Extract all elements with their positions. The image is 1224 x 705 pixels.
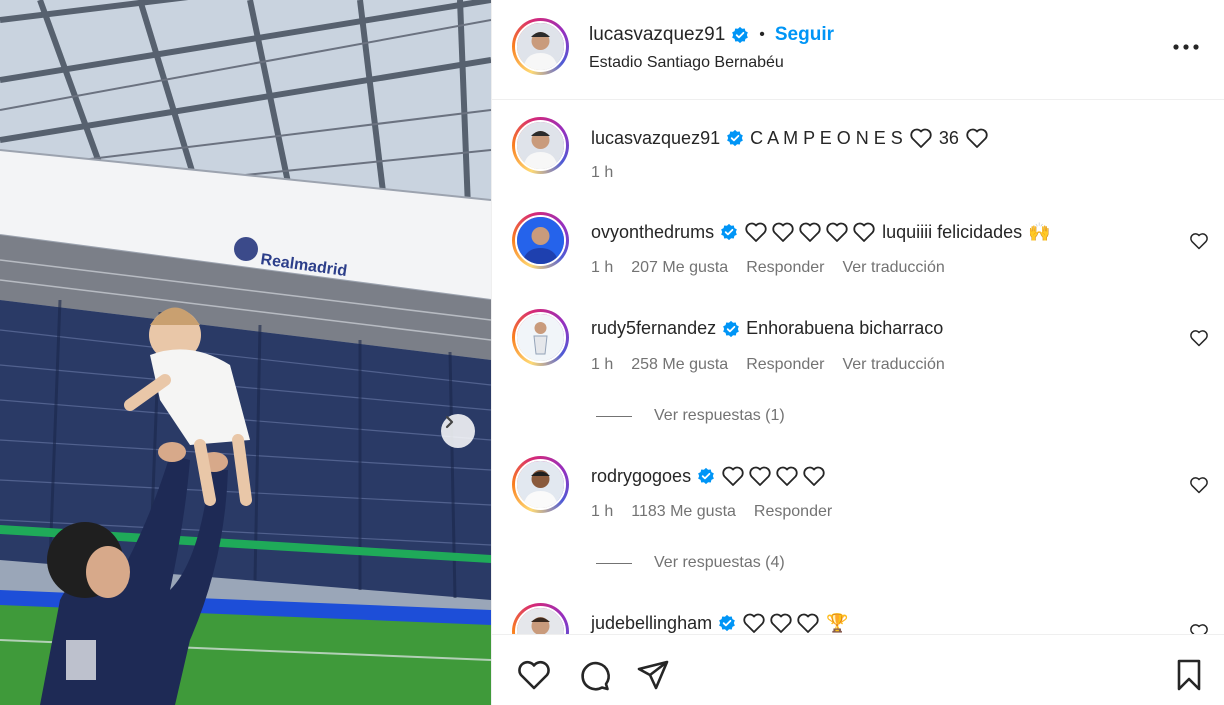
caption-time: 1 h [591,164,614,181]
raised-hands-emoji: 🙌 [1028,221,1051,242]
post-panel: lucasvazquez91 • Seguir Estadio Santiago… [491,0,1224,705]
paper-plane-icon[interactable] [635,657,671,693]
heart-outline-icon [749,466,771,486]
heart-outline-icon [776,466,798,486]
heart-outline-icon [772,222,794,242]
heart-outline-icon [803,466,825,486]
caption-number: 36 [938,127,959,148]
caption-author-avatar[interactable] [512,117,569,174]
avatar-image [517,122,564,169]
trophy-emoji: 🏆 [826,612,849,633]
comment-text: Enhorabuena bicharraco [746,318,944,338]
avatar-image [517,217,564,264]
comment-like-icon[interactable] [1189,622,1209,634]
comment-likes[interactable]: 1183 Me gusta [631,503,736,521]
avatar-image [517,23,564,70]
author-username[interactable]: lucasvazquez91 [589,24,725,46]
avatar-image [517,461,564,508]
caption-text: C A M P E O N E S [750,127,903,148]
comment-line: ovyonthedrums luquiiii felicidades 🙌 [591,221,1051,243]
view-replies-label: Ver respuestas (4) [654,554,785,571]
author-avatar[interactable] [512,18,569,75]
comment-username[interactable]: rudy5fernandez [591,318,716,339]
view-replies-button[interactable]: Ver respuestas (4) [596,554,785,572]
comment-avatar[interactable] [512,456,569,513]
verified-badge-icon [723,320,739,337]
replies-divider [596,562,632,564]
comment-time: 1 h [591,259,614,276]
reply-button[interactable]: Responder [754,503,832,521]
chevron-right-icon [445,415,454,429]
verified-badge-icon [727,129,743,147]
post-actions-bar [492,634,1224,705]
comment-likes[interactable]: 258 Me gusta [631,356,728,374]
separator-dot: • [759,26,765,43]
translate-button[interactable]: Ver traducción [842,356,944,374]
heart-outline-icon [743,613,765,633]
view-replies-label: Ver respuestas (1) [654,407,785,424]
comment-meta: 1 h 258 Me gusta Responder Ver traducció… [591,356,945,374]
author-line: lucasvazquez91 • Seguir [589,24,834,46]
follow-button[interactable]: Seguir [775,24,834,46]
replies-divider [596,415,632,417]
next-photo-button[interactable] [441,414,475,448]
comment-username[interactable]: judebellingham [591,613,712,634]
verified-badge-icon [721,223,737,241]
comment-line: judebellingham 🏆 [591,612,849,634]
post-photo: Realmadrid [0,0,491,705]
comment-hearts [721,465,826,487]
heart-outline-icon [722,466,744,486]
comment-like-icon[interactable] [1189,475,1209,495]
comment-like-icon[interactable] [1189,231,1209,251]
comment-hearts [744,221,876,243]
heart-outline-icon [966,128,988,148]
comment-avatar[interactable] [512,309,569,366]
translate-button[interactable]: Ver traducción [842,259,944,277]
comment-icon[interactable] [576,657,612,693]
comment-line: rudy5fernandez Enhorabuena bicharraco [591,318,943,339]
more-horizontal-icon [1173,44,1199,50]
comments-list[interactable]: lucasvazquez91 C A M P E O N E S 36 1 h [492,101,1224,634]
post-location[interactable]: Estadio Santiago Bernabéu [589,54,784,72]
heart-outline-icon [799,222,821,242]
heart-outline-icon [745,222,767,242]
comment-meta: 1 h 207 Me gusta Responder Ver traducció… [591,259,945,277]
avatar-image [517,608,564,634]
comment-username[interactable]: rodrygogoes [591,466,691,487]
post-header: lucasvazquez91 • Seguir Estadio Santiago… [492,0,1224,100]
heart-outline-icon [910,128,932,148]
avatar-image [517,314,564,361]
heart-outline-icon [797,613,819,633]
caption-username[interactable]: lucasvazquez91 [591,128,720,149]
comment-avatar[interactable] [512,603,569,634]
stadium-photo: Realmadrid [0,0,491,705]
heart-outline-icon [853,222,875,242]
comment-hearts [742,612,820,634]
reply-button[interactable]: Responder [746,259,824,277]
view-replies-button[interactable]: Ver respuestas (1) [596,407,785,425]
caption-meta: 1 h [591,164,613,182]
reply-button[interactable]: Responder [746,356,824,374]
heart-outline-icon [826,222,848,242]
heart-outline-icon [770,613,792,633]
comment-time: 1 h [591,356,614,373]
more-options-button[interactable] [1173,34,1199,60]
bookmark-icon[interactable] [1171,657,1207,693]
comment-line: rodrygogoes [591,465,826,487]
comment-like-icon[interactable] [1189,328,1209,348]
caption-line: lucasvazquez91 C A M P E O N E S 36 [591,127,989,149]
comment-avatar[interactable] [512,212,569,269]
comment-time: 1 h [591,503,614,520]
comment-text: luquiiii felicidades [882,221,1023,242]
heart-icon[interactable] [516,657,552,693]
verified-badge-icon [698,467,714,485]
comment-likes[interactable]: 207 Me gusta [631,259,728,277]
comment-username[interactable]: ovyonthedrums [591,222,714,243]
verified-badge-icon [719,614,735,632]
comment-meta: 1 h 1183 Me gusta Responder [591,503,832,521]
verified-badge-icon [732,26,749,44]
